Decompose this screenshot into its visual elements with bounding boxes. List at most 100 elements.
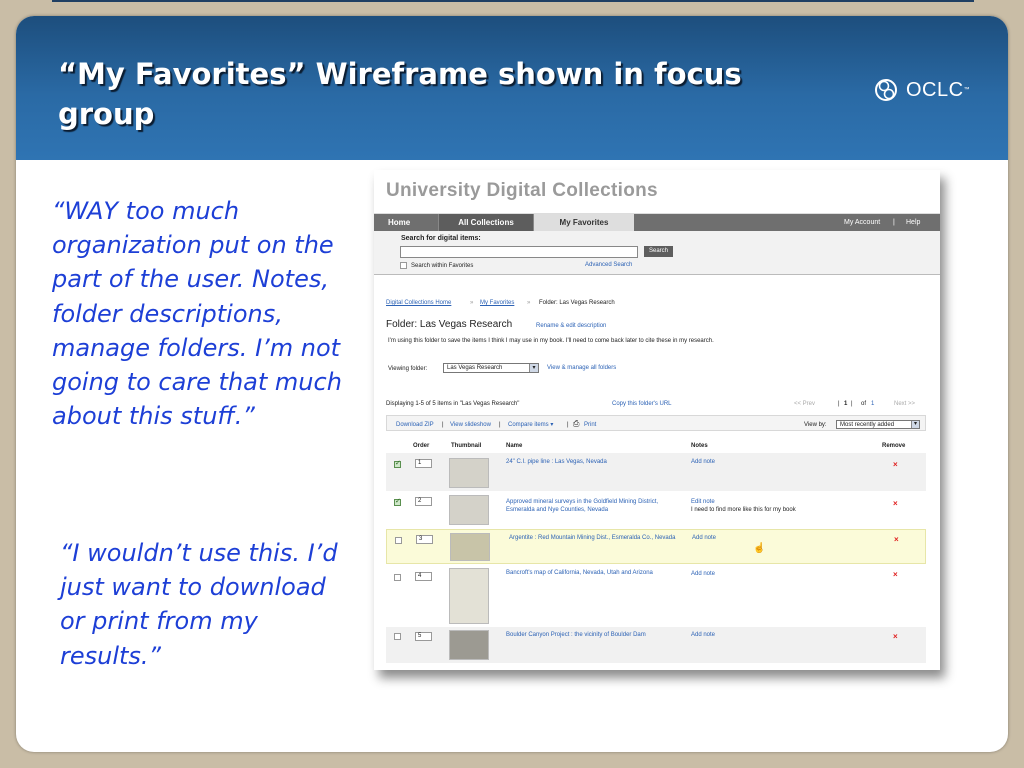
nav-separator: | [893, 219, 895, 226]
row-checkbox[interactable] [394, 574, 401, 581]
nav-help[interactable]: Help [906, 214, 920, 231]
hand-cursor-icon: ☝ [753, 543, 766, 554]
print-button[interactable]: Print [584, 421, 596, 429]
row-thumbnail[interactable] [450, 533, 490, 561]
toolbar-sep: | [499, 422, 501, 428]
breadcrumb-favorites[interactable]: My Favorites [480, 299, 514, 307]
row-name-link[interactable]: Boulder Canyon Project : the vicinity of… [506, 631, 686, 639]
row-name-link[interactable]: Argentite : Red Mountain Mining Dist., E… [509, 534, 689, 542]
search-input[interactable] [400, 246, 638, 258]
breadcrumb-home[interactable]: Digital Collections Home [386, 299, 451, 307]
top-rule [52, 0, 974, 2]
view-by-label: View by: [804, 422, 827, 428]
pager-of: of [861, 401, 867, 407]
view-by-select[interactable]: Most recently added ▾ [836, 420, 920, 429]
col-name[interactable]: Name [506, 443, 522, 449]
folder-heading: Folder: Las Vegas Research [386, 319, 512, 330]
table-row: 5 Boulder Canyon Project : the vicinity … [386, 627, 926, 663]
row-thumbnail[interactable] [449, 630, 489, 660]
pager-sep: | [838, 401, 840, 407]
search-within-label: Search within Favorites [411, 262, 474, 269]
total-pages[interactable]: 1 [871, 400, 874, 408]
printer-icon[interactable]: ⎙ [573, 420, 579, 428]
row-checkbox[interactable] [394, 633, 401, 640]
logo-text: OCLC [906, 78, 964, 101]
nav-my-favorites[interactable]: My Favorites [534, 214, 634, 231]
current-page[interactable]: 1 [844, 400, 847, 408]
row-checkbox[interactable] [395, 537, 402, 544]
next-page[interactable]: Next >> [894, 400, 915, 408]
viewing-folder-select[interactable]: Las Vegas Research ▾ [443, 363, 539, 373]
col-thumbnail: Thumbnail [451, 443, 482, 449]
row-thumbnail[interactable] [449, 495, 489, 525]
site-title: University Digital Collections [386, 180, 658, 201]
download-zip-button[interactable]: Download ZIP [396, 421, 434, 429]
row-checkbox[interactable] [394, 459, 401, 468]
col-order[interactable]: Order [413, 443, 429, 449]
prev-page[interactable]: << Prev [794, 400, 815, 408]
col-remove: Remove [882, 443, 906, 449]
row-order-input[interactable]: 4 [415, 572, 432, 581]
row-name-link[interactable]: Bancroft's map of California, Nevada, Ut… [506, 569, 686, 577]
row-order-input[interactable]: 1 [415, 459, 432, 468]
pager-sep: | [851, 401, 853, 407]
viewing-folder-value: Las Vegas Research [447, 365, 503, 371]
row-order-input[interactable]: 2 [415, 497, 432, 506]
chevron-down-icon: ▾ [529, 364, 538, 372]
row-name-link[interactable]: 24" C.I. pipe line : Las Vegas, Nevada [506, 458, 686, 466]
oclc-logo-icon [875, 79, 897, 101]
slide-title: “My Favorites” Wireframe shown in focus … [58, 57, 742, 131]
advanced-search-link[interactable]: Advanced Search [585, 262, 632, 268]
row-add-note[interactable]: Add note [691, 570, 715, 578]
nav-home[interactable]: Home [374, 214, 438, 231]
view-by-value: Most recently added [840, 422, 895, 428]
compare-items-button[interactable]: Compare items ▾ [508, 421, 553, 429]
remove-icon[interactable]: × [893, 632, 898, 641]
toolbar-sep: | [567, 422, 569, 428]
search-within-checkbox[interactable] [400, 262, 407, 269]
oclc-logo: OCLC ™ [872, 74, 970, 106]
search-panel: Search for digital items: Search Search … [374, 231, 940, 275]
toolbar-sep: | [442, 422, 444, 428]
row-add-note[interactable]: Add note [691, 631, 715, 639]
displaying-count: Displaying 1-5 of 5 items in "Las Vegas … [386, 401, 520, 407]
breadcrumb-sep: » [470, 300, 474, 306]
breadcrumb-sep: » [527, 300, 531, 306]
copy-url-link[interactable]: Copy this folder's URL [612, 400, 672, 408]
view-slideshow-button[interactable]: View slideshow [450, 421, 491, 429]
remove-icon[interactable]: × [894, 535, 899, 544]
row-order-input[interactable]: 5 [415, 632, 432, 641]
search-within-favorites[interactable]: Search within Favorites [400, 262, 473, 269]
quote-download: “I wouldn’t use this. I’d just want to d… [60, 539, 338, 670]
row-add-note[interactable]: Add note [691, 458, 715, 466]
row-order-input[interactable]: 3 [416, 535, 433, 544]
breadcrumb-current: Folder: Las Vegas Research [539, 300, 615, 306]
row-thumbnail[interactable] [449, 568, 489, 624]
row-add-note[interactable]: Add note [692, 534, 716, 542]
manage-folders-link[interactable]: View & manage all folders [547, 364, 616, 372]
chevron-down-icon: ▾ [911, 421, 919, 428]
remove-icon[interactable]: × [893, 460, 898, 469]
nav-my-account[interactable]: My Account [844, 214, 880, 231]
rename-folder-link[interactable]: Rename & edit description [536, 322, 606, 330]
search-label: Search for digital items: [401, 235, 481, 242]
nav-all-collections[interactable]: All Collections [438, 214, 534, 231]
wireframe-screenshot: University Digital Collections Home All … [374, 170, 940, 670]
row-name-link[interactable]: Approved mineral surveys in the Goldfiel… [506, 498, 686, 514]
folder-label: Folder: [386, 319, 418, 330]
row-checkbox[interactable] [394, 497, 401, 506]
table-row: 2 Approved mineral surveys in the Goldfi… [386, 493, 926, 527]
main-nav: Home All Collections My Favorites My Acc… [374, 214, 940, 231]
row-edit-note[interactable]: Edit note [691, 498, 715, 506]
folder-description: I'm using this folder to save the items … [388, 338, 714, 344]
row-thumbnail[interactable] [449, 458, 489, 488]
table-row: 1 24" C.I. pipe line : Las Vegas, Nevada… [386, 453, 926, 491]
search-button[interactable]: Search [644, 246, 673, 257]
slide: “My Favorites” Wireframe shown in focus … [16, 16, 1008, 752]
table-row: 4 Bancroft's map of California, Nevada, … [386, 566, 926, 626]
viewing-folder-label: Viewing folder: [388, 366, 428, 372]
folder-name: Las Vegas Research [419, 319, 513, 330]
remove-icon[interactable]: × [893, 570, 898, 579]
logo-trademark: ™ [963, 87, 970, 93]
remove-icon[interactable]: × [893, 499, 898, 508]
